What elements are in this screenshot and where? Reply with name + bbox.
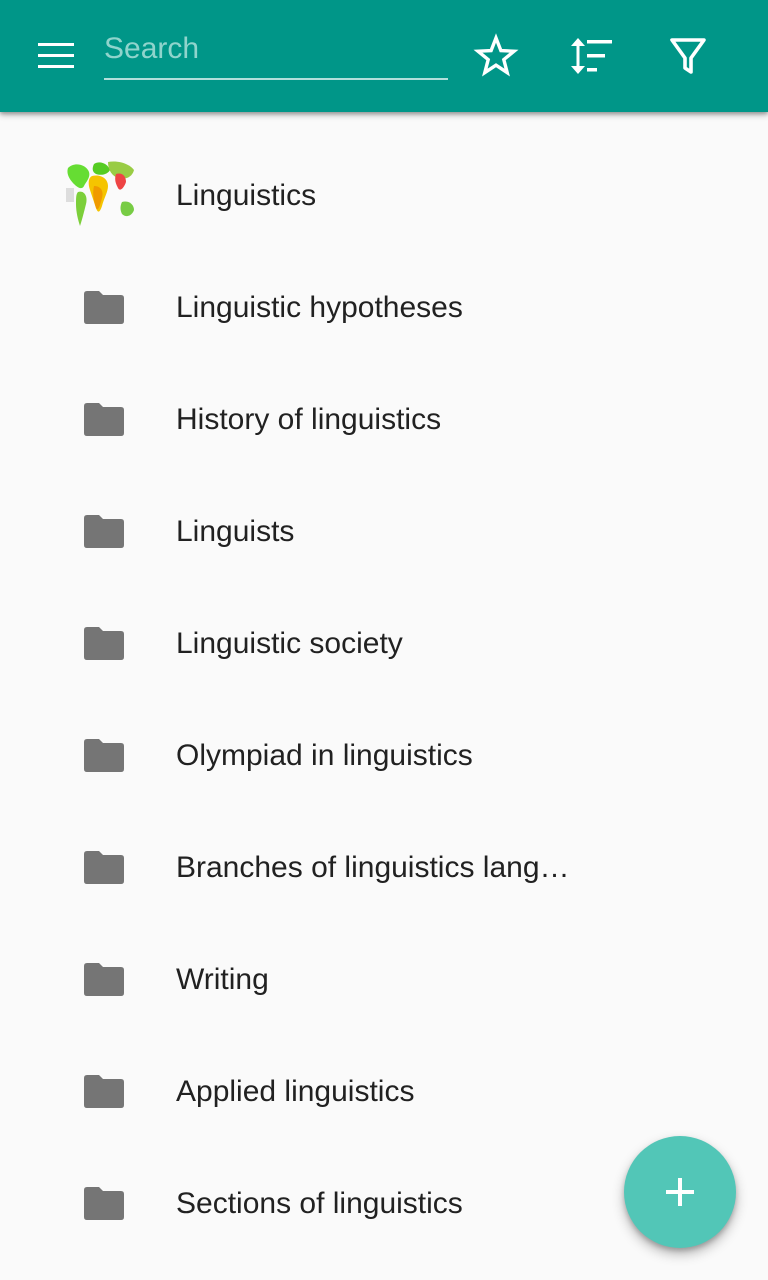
favorites-button[interactable] xyxy=(468,28,524,84)
list-item[interactable]: Writing xyxy=(0,896,768,1008)
list-item-label: Applied linguistics xyxy=(176,1075,415,1108)
category-list: Linguistics Linguistic hypotheses Histor… xyxy=(0,112,768,1232)
folder-icon xyxy=(84,1075,124,1108)
list-item-label: Linguistic hypotheses xyxy=(176,291,463,324)
menu-button[interactable] xyxy=(24,34,88,78)
list-item-label: Linguistics xyxy=(176,179,317,212)
list-item-label: Linguistic society xyxy=(176,627,403,660)
search-field xyxy=(104,20,448,82)
folder-icon xyxy=(84,515,124,548)
list-item-label: Olympiad in linguistics xyxy=(176,739,473,772)
folder-icon xyxy=(84,403,124,436)
sort-icon xyxy=(571,38,612,74)
list-item-label: History of linguistics xyxy=(176,403,442,436)
list-item-label: Writing xyxy=(176,963,269,996)
app-bar xyxy=(0,0,768,112)
folder-icon xyxy=(84,291,124,324)
list-item[interactable]: Linguists xyxy=(0,448,768,560)
filter-icon xyxy=(670,38,706,74)
folder-icon xyxy=(84,1187,124,1220)
list-item[interactable]: Applied linguistics xyxy=(0,1008,768,1120)
list-item[interactable]: Branches of linguistics lang… xyxy=(0,784,768,896)
filter-button[interactable] xyxy=(660,28,716,84)
list-item[interactable]: Olympiad in linguistics xyxy=(0,672,768,784)
world-map-thumbnail xyxy=(66,161,134,226)
list-item-label: Linguists xyxy=(176,515,295,548)
folder-icon xyxy=(84,851,124,884)
list-item-label: Branches of linguistics lang… xyxy=(176,851,570,884)
folder-icon xyxy=(84,963,124,996)
search-input[interactable] xyxy=(104,20,448,80)
list-item[interactable]: Linguistics xyxy=(0,112,768,226)
list-item[interactable]: Linguistic hypotheses xyxy=(0,224,768,336)
sort-button[interactable] xyxy=(563,28,619,84)
folder-icon xyxy=(84,739,124,772)
star-outline-icon xyxy=(473,33,519,77)
list-item-label: Sections of linguistics xyxy=(176,1187,463,1220)
list-item[interactable]: History of linguistics xyxy=(0,336,768,448)
add-button[interactable] xyxy=(624,1136,736,1248)
folder-icon xyxy=(84,627,124,660)
list-item[interactable]: Linguistic society xyxy=(0,560,768,672)
